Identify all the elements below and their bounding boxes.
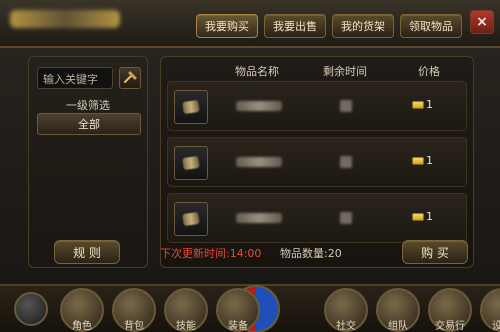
price: 1 [412,98,433,111]
bottom-menu: 角色 背包 技能 装备 社交 组队 交易行 设置 [60,288,500,332]
gold-ingot-icon [412,100,424,109]
price-value: 1 [426,98,433,111]
trade-window: 我要购买 我要出售 我的货架 领取物品 × 一级筛选 全部 物品名称 剩余时间 … [0,0,500,332]
top-bar: 我要购买 我要出售 我的货架 领取物品 × [0,0,500,48]
menu-character-label: 角色 [72,321,92,332]
menu-social[interactable]: 社交 [324,288,368,332]
blurred-title [10,10,120,28]
blurred-item-name [236,157,282,167]
menu-settings-label: 设置 [492,321,500,332]
tab-claim-items[interactable]: 领取物品 [400,14,462,38]
blurred-remaining-time [340,156,352,168]
menu-team[interactable]: 组队 [376,288,420,332]
price: 1 [412,210,433,223]
gold-ingot-icon [412,156,424,165]
hammer-icon [124,71,137,83]
next-refresh-time: 下次更新时间:14:00 [160,247,262,260]
item-icon [182,99,200,115]
search-field[interactable] [37,67,113,90]
menu-equipment-label: 装备 [228,321,248,332]
menu-trade-label: 交易行 [435,321,465,332]
search-input[interactable] [38,69,112,90]
menu-equipment[interactable]: 装备 [216,288,260,332]
table-header: 物品名称 剩余时间 价格 [161,63,473,79]
blurred-item-name [236,101,282,111]
close-icon: × [476,14,488,30]
menu-backpack-label: 背包 [124,321,144,332]
menu-settings[interactable]: 设置 [480,288,500,332]
tab-sell[interactable]: 我要出售 [264,14,326,38]
item-rows: 1 1 1 [167,81,467,243]
filter-panel: 一级筛选 全部 [28,56,148,268]
menu-team-label: 组队 [388,321,408,332]
item-list-panel: 物品名称 剩余时间 价格 1 1 1 [160,56,474,268]
item-icon-slot[interactable] [174,202,208,236]
item-icon [182,211,200,227]
header-remaining-time: 剩余时间 [323,65,367,78]
blurred-remaining-time [340,100,352,112]
menu-trade[interactable]: 交易行 [428,288,472,332]
close-button[interactable]: × [470,10,494,34]
tab-bar: 我要购买 我要出售 我的货架 领取物品 [196,14,462,38]
menu-character[interactable]: 角色 [60,288,104,332]
gold-ingot-icon [412,212,424,221]
menu-skills[interactable]: 技能 [164,288,208,332]
chat-button[interactable] [14,292,48,326]
header-price: 价格 [418,65,440,78]
table-row[interactable]: 1 [167,193,467,243]
filter-title: 一级筛选 [66,99,110,112]
item-icon [182,155,200,171]
item-count: 物品数量:20 [280,247,342,260]
menu-skills-label: 技能 [176,321,196,332]
tab-buy[interactable]: 我要购买 [196,14,258,38]
blurred-remaining-time [340,212,352,224]
buy-button[interactable]: 购 买 [402,240,468,264]
table-row[interactable]: 1 [167,81,467,131]
table-row[interactable]: 1 [167,137,467,187]
rules-button[interactable]: 规 则 [54,240,120,264]
item-icon-slot[interactable] [174,90,208,124]
item-icon-slot[interactable] [174,146,208,180]
header-item-name: 物品名称 [235,65,279,78]
price: 1 [412,154,433,167]
menu-orb-spacer [268,288,316,332]
price-value: 1 [426,154,433,167]
filter-all-button[interactable]: 全部 [37,113,141,135]
menu-backpack[interactable]: 背包 [112,288,156,332]
menu-social-label: 社交 [336,321,356,332]
search-button[interactable] [119,67,141,89]
price-value: 1 [426,210,433,223]
blurred-item-name [236,213,282,223]
tab-my-shelf[interactable]: 我的货架 [332,14,394,38]
